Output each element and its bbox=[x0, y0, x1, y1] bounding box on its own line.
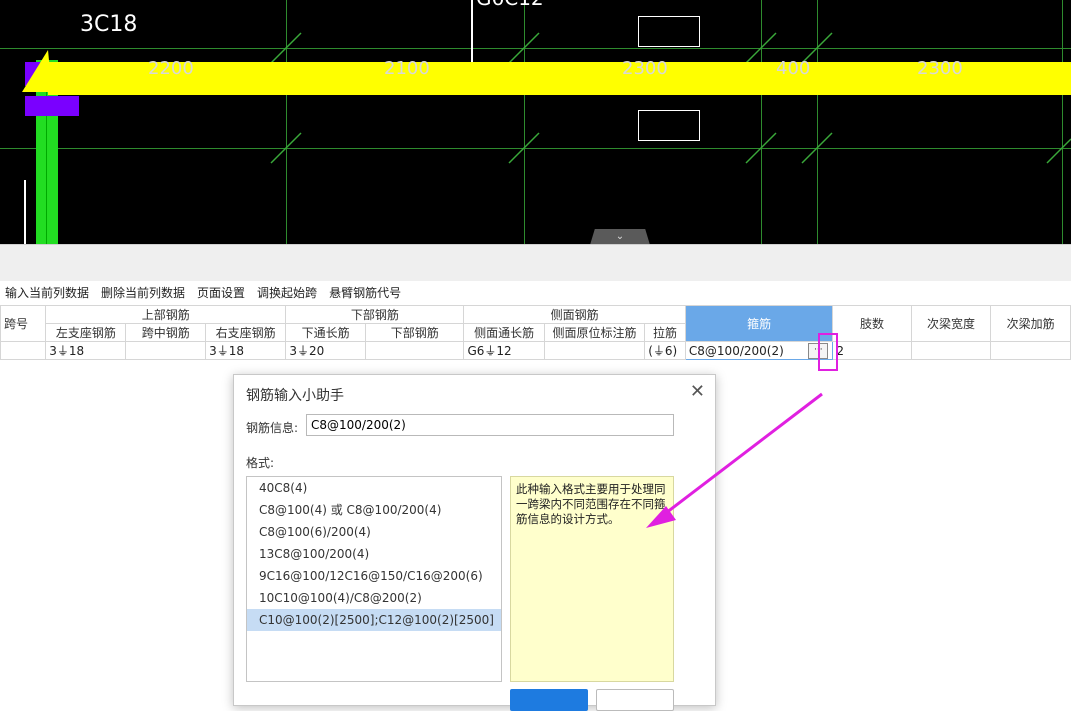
beam-rebar-label: 3C18 bbox=[80, 12, 138, 37]
toolbar-swap-start-span[interactable]: 调换起始跨 bbox=[257, 284, 317, 301]
rebar-info-label: 钢筋信息: bbox=[246, 421, 299, 435]
cell-stirrup[interactable]: C8@100/200(2) ··· bbox=[684, 341, 834, 360]
cad-canvas[interactable]: 2200 2100 2300 400 2300 3C18 G6C12 bbox=[0, 0, 1071, 244]
dimension-label: 2300 bbox=[917, 58, 963, 79]
list-item[interactable]: C8@100(6)/200(4) bbox=[247, 521, 501, 543]
cell-right-support[interactable]: 3⏚18 bbox=[205, 341, 287, 360]
cell-side-through[interactable]: G6⏚12 bbox=[463, 341, 545, 360]
format-label: 格式: bbox=[246, 456, 275, 470]
chevron-down-icon: ⌄ bbox=[615, 231, 625, 242]
cell-bottom[interactable] bbox=[364, 341, 465, 360]
list-item[interactable]: C8@100(4) 或 C8@100/200(4) bbox=[247, 499, 501, 521]
header-mid-span: 跨中钢筋 bbox=[125, 323, 207, 342]
highlight-box bbox=[818, 333, 838, 371]
rebar-input-dialog: 钢筋输入小助手 ✕ 钢筋信息: 格式: 40C8(4) C8@100(4) 或 … bbox=[233, 374, 716, 711]
toolbar-input-column[interactable]: 输入当前列数据 bbox=[5, 284, 89, 301]
format-list[interactable]: 40C8(4) C8@100(4) 或 C8@100/200(4) C8@100… bbox=[246, 476, 502, 682]
header-side-in-situ: 侧面原位标注筋 bbox=[543, 323, 646, 342]
dimension-label: 400 bbox=[776, 58, 811, 79]
rebar-info-input[interactable] bbox=[306, 414, 674, 436]
cell-side-in-situ[interactable] bbox=[543, 341, 646, 360]
header-sub-beam-width: 次梁宽度 bbox=[910, 305, 992, 342]
header-side-rebar: 侧面钢筋 bbox=[463, 305, 686, 324]
toolbar: 输入当前列数据 删除当前列数据 页面设置 调换起始跨 悬臂钢筋代号 bbox=[0, 281, 401, 303]
header-sub-beam-add: 次梁加筋 bbox=[990, 305, 1071, 342]
beam-arrow-icon bbox=[22, 50, 52, 92]
dimension-label: 2300 bbox=[622, 58, 668, 79]
column-marker[interactable] bbox=[25, 96, 79, 116]
toolbar-delete-column[interactable]: 删除当前列数据 bbox=[101, 284, 185, 301]
table-row: 3⏚18 3⏚18 3⏚20 G6⏚12 (⏚6) C8@100/200(2) … bbox=[0, 341, 1071, 360]
header-lower-rebar: 下部钢筋 bbox=[285, 305, 465, 324]
cell-sub-beam-add[interactable] bbox=[990, 341, 1071, 360]
annotation-box[interactable] bbox=[638, 110, 700, 141]
dimension-label: 2200 bbox=[148, 58, 194, 79]
annotation-box[interactable] bbox=[638, 16, 700, 47]
dialog-title: 钢筋输入小助手 bbox=[246, 388, 344, 404]
list-item[interactable]: 9C16@100/12C16@150/C16@200(6) bbox=[247, 565, 501, 587]
cancel-button[interactable] bbox=[596, 689, 674, 711]
list-item-selected[interactable]: C10@100(2)[2500];C12@100(2)[2500] bbox=[247, 609, 501, 631]
cell-sub-beam-width[interactable] bbox=[910, 341, 992, 360]
header-legs: 肢数 bbox=[832, 305, 912, 342]
cell-legs[interactable]: 2 bbox=[832, 341, 912, 360]
dimension-label: 2100 bbox=[384, 58, 430, 79]
cell-left-support[interactable]: 3⏚18 bbox=[45, 341, 127, 360]
rebar-table: 跨号 上部钢筋 下部钢筋 侧面钢筋 箍筋 肢数 次梁宽度 次梁加筋 左支座钢筋 … bbox=[0, 305, 1071, 360]
side-rebar-label: G6C12 bbox=[476, 0, 544, 10]
header-bottom-through: 下通长筋 bbox=[285, 323, 366, 342]
list-item[interactable]: 10C10@100(4)/C8@200(2) bbox=[247, 587, 501, 609]
list-item[interactable]: 13C8@100/200(4) bbox=[247, 543, 501, 565]
cell-bottom-through[interactable]: 3⏚20 bbox=[285, 341, 366, 360]
collapse-panel-button[interactable]: ⌄ bbox=[590, 229, 650, 245]
header-right-support: 右支座钢筋 bbox=[205, 323, 287, 342]
header-side-through: 侧面通长筋 bbox=[463, 323, 545, 342]
header-span-no: 跨号 bbox=[0, 305, 47, 342]
header-left-support: 左支座钢筋 bbox=[45, 323, 127, 342]
header-upper-rebar: 上部钢筋 bbox=[45, 305, 287, 324]
cell-stirrup-value: C8@100/200(2) bbox=[688, 343, 784, 358]
format-description: 此种输入格式主要用于处理同一跨梁内不同范围存在不同箍筋信息的设计方式。 bbox=[510, 476, 674, 682]
close-icon[interactable]: ✕ bbox=[690, 381, 705, 402]
header-stirrup[interactable]: 箍筋 bbox=[684, 305, 834, 342]
panel-splitter[interactable] bbox=[0, 244, 1071, 281]
ok-button[interactable] bbox=[510, 689, 588, 711]
header-bottom: 下部钢筋 bbox=[364, 323, 465, 342]
header-tie: 拉筋 bbox=[644, 323, 686, 342]
grid-ticks bbox=[24, 0, 1071, 244]
list-item[interactable]: 40C8(4) bbox=[247, 477, 501, 499]
toolbar-cantilever-code[interactable]: 悬臂钢筋代号 bbox=[329, 284, 401, 301]
toolbar-page-setup[interactable]: 页面设置 bbox=[197, 284, 245, 301]
cell-mid-span[interactable] bbox=[125, 341, 207, 360]
cell-tie[interactable]: (⏚6) bbox=[644, 341, 686, 360]
cell-span-no[interactable] bbox=[0, 341, 47, 360]
